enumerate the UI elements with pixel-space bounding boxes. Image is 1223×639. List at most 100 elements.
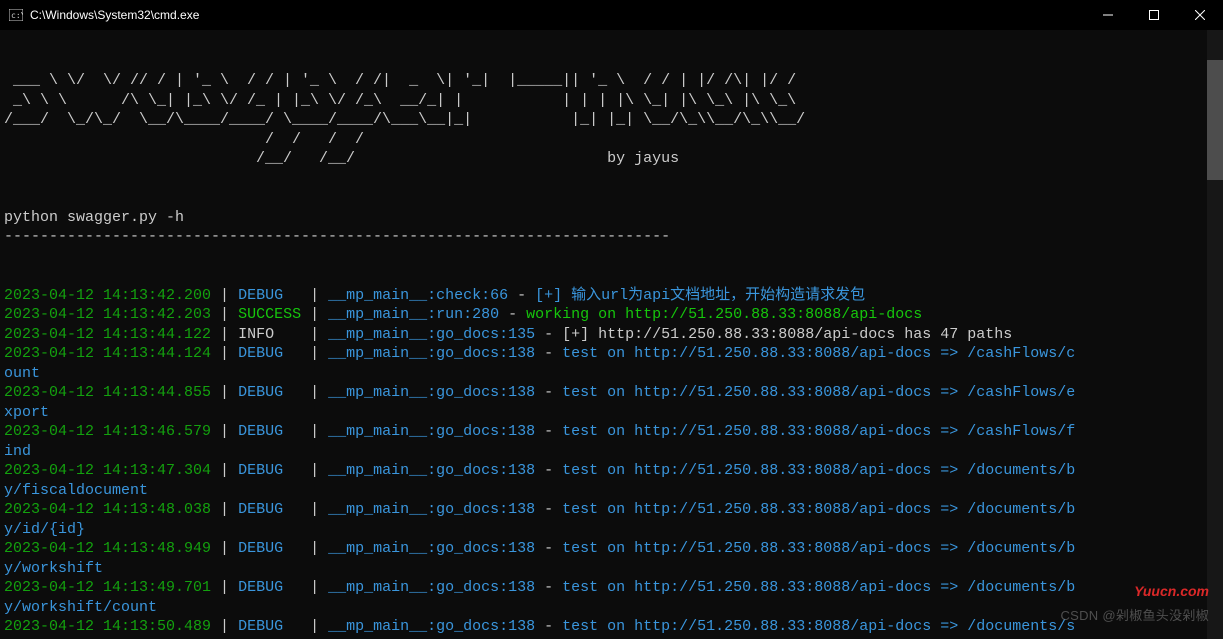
log-message-wrap: y/workshift [4, 559, 1223, 579]
log-source: __mp_main__:go_docs:138 [328, 423, 535, 440]
log-message: [+] 输入url为api文档地址，开始构造请求发包 [535, 287, 865, 304]
log-timestamp: 2023-04-12 14:13:50.489 [4, 618, 211, 635]
log-timestamp: 2023-04-12 14:13:44.124 [4, 345, 211, 362]
log-separator: | [211, 618, 238, 635]
window-title: C:\Windows\System32\cmd.exe [30, 8, 199, 22]
log-level: DEBUG [238, 579, 310, 596]
log-separator: | [310, 579, 328, 596]
log-separator: | [310, 423, 328, 440]
ascii-banner: ___ \ \/ \/ // / | '_ \ / / | '_ \ / /| … [4, 71, 1223, 247]
log-separator: - [508, 287, 535, 304]
log-separator: - [535, 579, 562, 596]
log-separator: | [211, 326, 238, 343]
log-separator: | [211, 462, 238, 479]
log-row: 2023-04-12 14:13:46.579 | DEBUG | __mp_m… [4, 422, 1223, 442]
log-separator: | [310, 501, 328, 518]
log-row: 2023-04-12 14:13:47.304 | DEBUG | __mp_m… [4, 461, 1223, 481]
log-timestamp: 2023-04-12 14:13:48.949 [4, 540, 211, 557]
log-row: 2023-04-12 14:13:49.701 | DEBUG | __mp_m… [4, 578, 1223, 598]
log-message: test on http://51.250.88.33:8088/api-doc… [562, 540, 1075, 557]
log-separator: | [211, 501, 238, 518]
terminal-output[interactable]: ___ \ \/ \/ // / | '_ \ / / | '_ \ / /| … [0, 30, 1223, 639]
watermark-csdn: CSDN @剁椒鱼头没剁椒 [1060, 606, 1209, 626]
log-source: __mp_main__:go_docs:138 [328, 579, 535, 596]
log-timestamp: 2023-04-12 14:13:49.701 [4, 579, 211, 596]
log-timestamp: 2023-04-12 14:13:42.203 [4, 306, 211, 323]
log-source: __mp_main__:go_docs:138 [328, 540, 535, 557]
log-level: DEBUG [238, 384, 310, 401]
window-titlebar: c:\ C:\Windows\System32\cmd.exe [0, 0, 1223, 30]
log-separator: | [310, 326, 328, 343]
log-separator: | [310, 384, 328, 401]
log-source: __mp_main__:go_docs:138 [328, 501, 535, 518]
log-level: DEBUG [238, 501, 310, 518]
log-level: DEBUG [238, 423, 310, 440]
log-message-wrap: ind [4, 442, 1223, 462]
log-row: 2023-04-12 14:13:44.124 | DEBUG | __mp_m… [4, 344, 1223, 364]
log-lines: 2023-04-12 14:13:42.200 | DEBUG | __mp_m… [4, 286, 1223, 639]
log-separator: | [211, 384, 238, 401]
log-separator: | [310, 345, 328, 362]
log-separator: | [310, 306, 328, 323]
log-message: test on http://51.250.88.33:8088/api-doc… [562, 384, 1075, 401]
scrollbar-thumb[interactable] [1207, 60, 1223, 180]
log-separator: | [211, 423, 238, 440]
watermark-site: Yuucn.com [1134, 582, 1209, 602]
log-separator: | [310, 618, 328, 635]
log-timestamp: 2023-04-12 14:13:48.038 [4, 501, 211, 518]
log-row: 2023-04-12 14:13:50.489 | DEBUG | __mp_m… [4, 617, 1223, 637]
log-message: test on http://51.250.88.33:8088/api-doc… [562, 423, 1075, 440]
log-message-wrap: y/id/{id} [4, 520, 1223, 540]
log-level: DEBUG [238, 540, 310, 557]
log-separator: | [310, 287, 328, 304]
log-message-wrap: xport [4, 403, 1223, 423]
log-message: test on http://51.250.88.33:8088/api-doc… [562, 345, 1075, 362]
log-row: 2023-04-12 14:13:42.200 | DEBUG | __mp_m… [4, 286, 1223, 306]
cmd-icon: c:\ [8, 7, 24, 23]
log-row: 2023-04-12 14:13:44.122 | INFO | __mp_ma… [4, 325, 1223, 345]
log-source: __mp_main__:go_docs:138 [328, 462, 535, 479]
log-separator: | [211, 540, 238, 557]
scrollbar-track[interactable] [1207, 30, 1223, 639]
log-timestamp: 2023-04-12 14:13:44.122 [4, 326, 211, 343]
log-level: INFO [238, 326, 310, 343]
log-timestamp: 2023-04-12 14:13:44.855 [4, 384, 211, 401]
log-source: __mp_main__:go_docs:138 [328, 384, 535, 401]
log-message: test on http://51.250.88.33:8088/api-doc… [562, 501, 1075, 518]
log-message: working on http://51.250.88.33:8088/api-… [526, 306, 922, 323]
log-source: __mp_main__:check:66 [328, 287, 508, 304]
log-source: __mp_main__:go_docs:135 [328, 326, 535, 343]
maximize-button[interactable] [1131, 0, 1177, 30]
log-separator: | [211, 306, 238, 323]
log-message: test on http://51.250.88.33:8088/api-doc… [562, 579, 1075, 596]
log-timestamp: 2023-04-12 14:13:46.579 [4, 423, 211, 440]
log-message-wrap: y/fiscaldocument [4, 481, 1223, 501]
log-separator: - [535, 384, 562, 401]
log-separator: - [535, 540, 562, 557]
log-source: __mp_main__:run:280 [328, 306, 499, 323]
log-separator: | [310, 540, 328, 557]
log-timestamp: 2023-04-12 14:13:47.304 [4, 462, 211, 479]
minimize-button[interactable] [1085, 0, 1131, 30]
log-separator: - [535, 501, 562, 518]
log-timestamp: 2023-04-12 14:13:42.200 [4, 287, 211, 304]
log-separator: - [535, 618, 562, 635]
log-source: __mp_main__:go_docs:138 [328, 618, 535, 635]
log-separator: | [211, 345, 238, 362]
log-row: 2023-04-12 14:13:48.949 | DEBUG | __mp_m… [4, 539, 1223, 559]
log-separator: | [310, 462, 328, 479]
log-level: DEBUG [238, 462, 310, 479]
log-separator: - [535, 423, 562, 440]
log-separator: | [211, 579, 238, 596]
log-row: 2023-04-12 14:13:44.855 | DEBUG | __mp_m… [4, 383, 1223, 403]
log-separator: | [211, 287, 238, 304]
log-separator: - [535, 326, 562, 343]
svg-text:c:\: c:\ [11, 11, 23, 20]
log-separator: - [499, 306, 526, 323]
log-level: SUCCESS [238, 306, 310, 323]
log-level: DEBUG [238, 618, 310, 635]
log-message: [+] http://51.250.88.33:8088/api-docs ha… [562, 326, 1012, 343]
log-level: DEBUG [238, 287, 310, 304]
log-level: DEBUG [238, 345, 310, 362]
close-button[interactable] [1177, 0, 1223, 30]
